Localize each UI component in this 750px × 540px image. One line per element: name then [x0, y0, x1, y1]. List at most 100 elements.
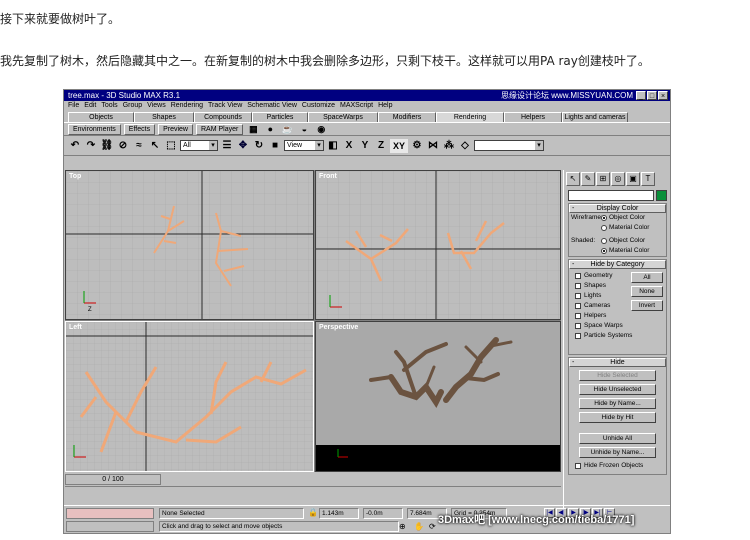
category-checkbox-space-warps[interactable]	[575, 323, 581, 329]
shaded-material-color-radio[interactable]	[601, 248, 607, 254]
menu-file[interactable]: File	[68, 101, 79, 111]
selection-filter-select[interactable]: All	[180, 140, 218, 151]
bind-spacewarp-icon[interactable]: ≈	[132, 139, 146, 153]
tab-helpers[interactable]: Helpers	[504, 112, 562, 122]
material-editor-icon[interactable]: ●	[263, 122, 277, 136]
tab-particles[interactable]: Particles	[252, 112, 308, 122]
select-scale-icon[interactable]: ■	[268, 139, 282, 153]
hide-by-name-button[interactable]: Hide by Name...	[579, 398, 656, 409]
inverse-kinematics-icon[interactable]: ⚙	[410, 139, 424, 153]
preview-button[interactable]: Preview	[158, 123, 193, 135]
track-bar[interactable]	[65, 486, 561, 494]
wireframe-object-color-radio[interactable]	[601, 215, 607, 221]
category-checkbox-particle-systems[interactable]	[575, 333, 581, 339]
unhide-all-button[interactable]: Unhide All	[579, 433, 656, 444]
environments-button[interactable]: Environments	[68, 123, 121, 135]
category-checkbox-helpers[interactable]	[575, 313, 581, 319]
hide-unselected-button[interactable]: Hide Unselected	[579, 384, 656, 395]
hide-selected-button[interactable]: Hide Selected	[579, 370, 656, 381]
viewport-label-left[interactable]: Left	[69, 324, 82, 331]
tab-lights-and-cameras[interactable]: Lights and cameras	[562, 112, 628, 122]
pan-icon[interactable]: ✋	[414, 522, 424, 531]
hide-by-category-header[interactable]: - Hide by Category	[569, 260, 666, 269]
viewport-perspective[interactable]: Perspective	[315, 321, 561, 472]
unlink-icon[interactable]: ⊘	[116, 139, 130, 153]
object-color-swatch[interactable]	[656, 190, 667, 201]
maxscript-mini-field[interactable]	[66, 521, 154, 532]
viewport-label-perspective[interactable]: Perspective	[319, 324, 358, 331]
tab-modifiers[interactable]: Modifiers	[378, 112, 436, 122]
tab-compounds[interactable]: Compounds	[194, 112, 252, 122]
ram-player-button[interactable]: RAM Player	[195, 123, 244, 135]
tab-spacewarps[interactable]: SpaceWarps	[308, 112, 378, 122]
utilities-tab-icon[interactable]: T	[641, 172, 655, 186]
select-by-name-icon[interactable]: ☰	[220, 139, 234, 153]
select-object-icon[interactable]: ↖	[148, 139, 162, 153]
viewport-label-front[interactable]: Front	[319, 173, 337, 180]
maximize-button[interactable]: □	[647, 91, 657, 100]
category-checkbox-cameras[interactable]	[575, 303, 581, 309]
menu-edit[interactable]: Edit	[84, 101, 96, 111]
menu-group[interactable]: Group	[123, 101, 142, 111]
close-button[interactable]: ×	[658, 91, 668, 100]
display-tab-icon[interactable]: ▣	[626, 172, 640, 186]
restrict-y-button[interactable]: Y	[358, 139, 372, 153]
hierarchy-tab-icon[interactable]: ⊞	[596, 172, 610, 186]
menu-views[interactable]: Views	[147, 101, 166, 111]
reference-coord-select[interactable]: View	[284, 140, 324, 151]
pivot-center-icon[interactable]: ◧	[326, 139, 340, 153]
select-region-icon[interactable]: ⬚	[164, 139, 178, 153]
invert-categories-button[interactable]: Invert	[631, 300, 663, 311]
mirror-icon[interactable]: ⋈	[426, 139, 440, 153]
hide-by-hit-button[interactable]: Hide by Hit	[579, 412, 656, 423]
hide-frozen-checkbox[interactable]	[575, 463, 581, 469]
align-icon[interactable]: ◇	[458, 139, 472, 153]
wireframe-material-color-radio[interactable]	[601, 225, 607, 231]
hide-none-categories-button[interactable]: None	[631, 286, 663, 297]
viewport-label-top[interactable]: Top	[69, 173, 81, 180]
unhide-by-name-button[interactable]: Unhide by Name...	[579, 447, 656, 458]
hide-header[interactable]: - Hide	[569, 358, 666, 367]
arc-rotate-icon[interactable]: ⟳	[429, 522, 436, 531]
restrict-x-button[interactable]: X	[342, 139, 356, 153]
hide-all-categories-button[interactable]: All	[631, 272, 663, 283]
menu-rendering[interactable]: Rendering	[171, 101, 203, 111]
restrict-z-button[interactable]: Z	[374, 139, 388, 153]
time-slider[interactable]: 0 / 100	[65, 474, 161, 485]
tab-shapes[interactable]: Shapes	[134, 112, 194, 122]
zoom-icon[interactable]: ⊕	[399, 522, 406, 531]
link-icon[interactable]: ⛓	[100, 139, 114, 153]
menu-schematic-view[interactable]: Schematic View	[247, 101, 297, 111]
render-type-icon[interactable]: ◉	[314, 122, 328, 136]
menu-help[interactable]: Help	[378, 101, 392, 111]
quick-render-icon[interactable]: ◒	[297, 122, 311, 136]
category-checkbox-lights[interactable]	[575, 293, 581, 299]
category-checkbox-geometry[interactable]	[575, 273, 581, 279]
effects-button[interactable]: Effects	[123, 123, 156, 135]
tab-objects[interactable]: Objects	[68, 112, 134, 122]
tab-rendering[interactable]: Rendering	[436, 112, 504, 122]
menu-tools[interactable]: Tools	[101, 101, 117, 111]
select-move-icon[interactable]: ✥	[236, 139, 250, 153]
select-rotate-icon[interactable]: ↻	[252, 139, 266, 153]
category-checkbox-shapes[interactable]	[575, 283, 581, 289]
array-icon[interactable]: ⁂	[442, 139, 456, 153]
named-selection-select[interactable]	[474, 140, 544, 151]
modify-tab-icon[interactable]: ✎	[581, 172, 595, 186]
object-name-field[interactable]	[568, 190, 654, 201]
viewport-front[interactable]: Front	[315, 170, 561, 320]
maxscript-listener-field[interactable]	[66, 508, 154, 519]
restrict-xy-button[interactable]: XY	[390, 138, 408, 153]
create-tab-icon[interactable]: ↖	[566, 172, 580, 186]
display-color-header[interactable]: - Display Color	[569, 204, 666, 213]
render-last-icon[interactable]: ☕	[280, 122, 294, 136]
motion-tab-icon[interactable]: ◎	[611, 172, 625, 186]
menu-customize[interactable]: Customize	[302, 101, 335, 111]
shaded-object-color-radio[interactable]	[601, 238, 607, 244]
redo-icon[interactable]: ↷	[84, 139, 98, 153]
minimize-button[interactable]: _	[636, 91, 646, 100]
render-scene-icon[interactable]: ▦	[246, 122, 260, 136]
menu-track-view[interactable]: Track View	[208, 101, 242, 111]
viewport-top[interactable]: Z Top	[65, 170, 314, 320]
viewport-left[interactable]: Left	[65, 321, 314, 472]
